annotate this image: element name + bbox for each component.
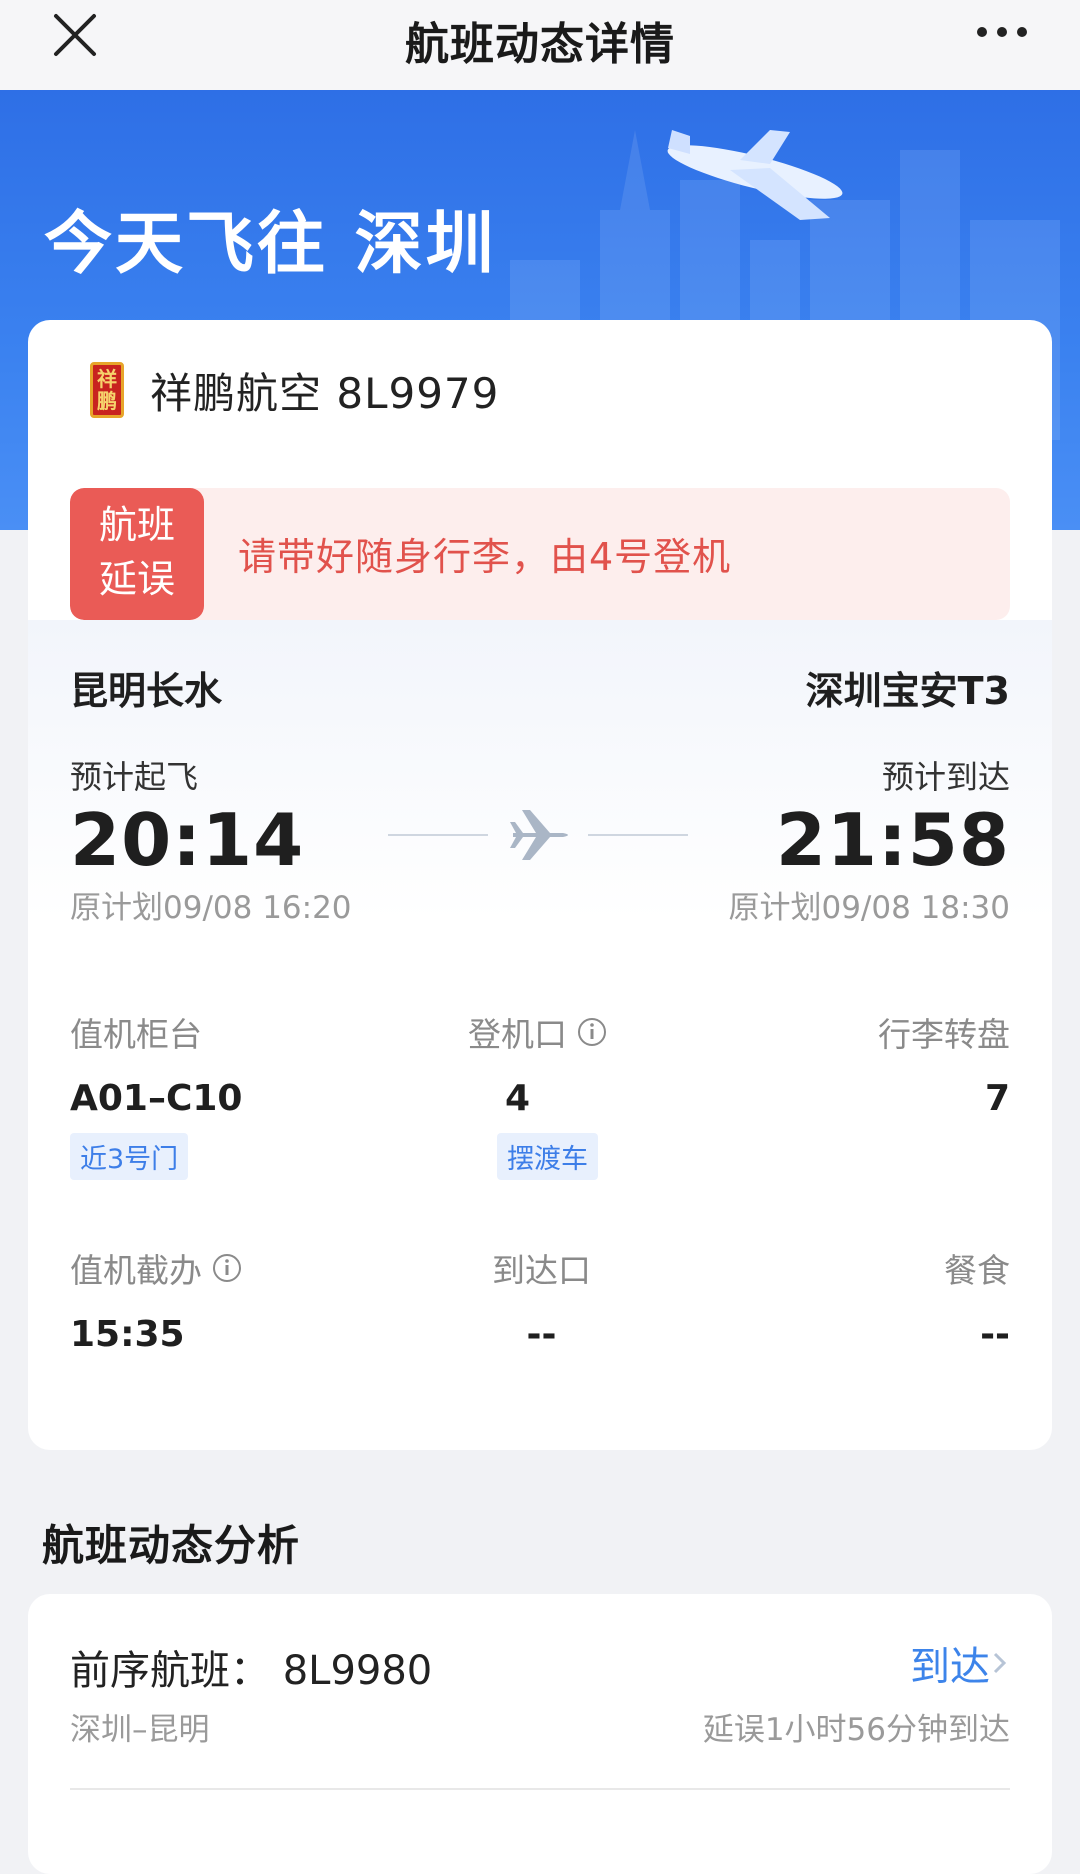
meal-value: -- [980, 1314, 1010, 1355]
arrival-airport: 深圳宝安T3 [805, 669, 1010, 713]
checkin-counter-label: 值机柜台 [70, 1015, 202, 1054]
boarding-gate: 登机口 4 摆渡车 [468, 1008, 607, 1180]
checkin-counter-tag: 近3号门 [70, 1133, 189, 1180]
arrival-gate-label: 到达口 [492, 1251, 591, 1290]
meal: 餐食 -- [944, 1244, 1010, 1355]
info-icon[interactable] [212, 1253, 242, 1283]
divider [70, 1788, 1010, 1790]
checkin-deadline-label: 值机截办 [70, 1251, 202, 1290]
baggage-carousel: 行李转盘 7 [878, 1008, 1010, 1119]
info-icon[interactable] [577, 1017, 607, 1047]
arrival-time: 21:58 [775, 798, 1010, 882]
checkin-deadline: 值机截办 15:35 [70, 1244, 242, 1355]
analysis-section-title: 航班动态分析 [42, 1521, 301, 1570]
delay-badge-line2: 延误 [98, 557, 175, 601]
checkin-counter-value: A01–C10 [70, 1078, 243, 1119]
meal-label: 餐食 [944, 1251, 1010, 1290]
nav-bar: 航班动态详情 [0, 0, 1080, 90]
analysis-card: 前序航班： 8L9980 深圳–昆明 到达 延误1小时56分钟到达 [28, 1594, 1052, 1874]
airline-flight-number: 祥鹏航空 8L9979 [150, 368, 500, 418]
page-title: 航班动态详情 [405, 19, 675, 70]
gate-tag: 摆渡车 [497, 1133, 598, 1180]
delay-badge-line1: 航班 [98, 503, 175, 547]
flight-card: 祥鹏 祥鹏航空 8L9979 航班 延误 请带好随身行李，由4号登机 昆明长水 … [28, 320, 1052, 1450]
airports-row: 昆明长水 深圳宝安T3 [70, 660, 1010, 713]
flight-info-grid: 值机柜台 A01–C10 近3号门 登机口 4 摆渡车 行李转盘 7 值机截办 [70, 1008, 1010, 1368]
delay-badge: 航班 延误 [70, 488, 204, 620]
arrival-gate: 到达口 -- [492, 1244, 591, 1355]
checkin-counter: 值机柜台 A01–C10 近3号门 [70, 1008, 242, 1180]
airline-logo-icon: 祥鹏 [90, 362, 124, 418]
checkin-deadline-value: 15:35 [70, 1314, 185, 1355]
previous-flight-status: 到达 [910, 1644, 990, 1690]
arrival-original-time: 原计划09/08 18:30 [728, 890, 1010, 926]
more-icon[interactable] [974, 14, 1030, 50]
previous-flight: 前序航班： 8L9980 [70, 1648, 433, 1694]
delay-alert: 航班 延误 请带好随身行李，由4号登机 [70, 488, 1010, 620]
departure-time: 20:14 [70, 798, 305, 882]
departure-airport: 昆明长水 [70, 669, 223, 713]
destination-title: 今天飞往 深圳 [44, 205, 497, 284]
baggage-value: 7 [984, 1078, 1010, 1119]
chevron-right-icon [993, 1652, 1007, 1674]
arrival-label: 预计到达 [881, 758, 1010, 796]
baggage-label: 行李转盘 [878, 1015, 1010, 1054]
previous-flight-route: 深圳–昆明 [70, 1712, 210, 1748]
gate-value: 4 [504, 1078, 531, 1119]
departure-times: 预计起飞 20:14 原计划09/08 16:20 [70, 752, 352, 927]
airline-row: 祥鹏 祥鹏航空 8L9979 [90, 360, 499, 420]
previous-flight-status-link[interactable]: 到达 [910, 1634, 1010, 1692]
arrival-times: 预计到达 21:58 原计划09/08 18:30 [728, 752, 1010, 927]
airplane-icon [388, 810, 688, 860]
departure-label: 预计起飞 [70, 758, 199, 796]
gate-label: 登机口 [468, 1015, 567, 1054]
previous-flight-delay: 延误1小时56分钟到达 [702, 1712, 1010, 1748]
arrival-gate-value: -- [526, 1314, 557, 1355]
alert-message: 请带好随身行李，由4号登机 [238, 535, 732, 579]
airline-logo-char: 祥 [97, 367, 117, 391]
airline-logo-char: 鹏 [97, 389, 117, 413]
departure-original-time: 原计划09/08 16:20 [70, 890, 352, 926]
